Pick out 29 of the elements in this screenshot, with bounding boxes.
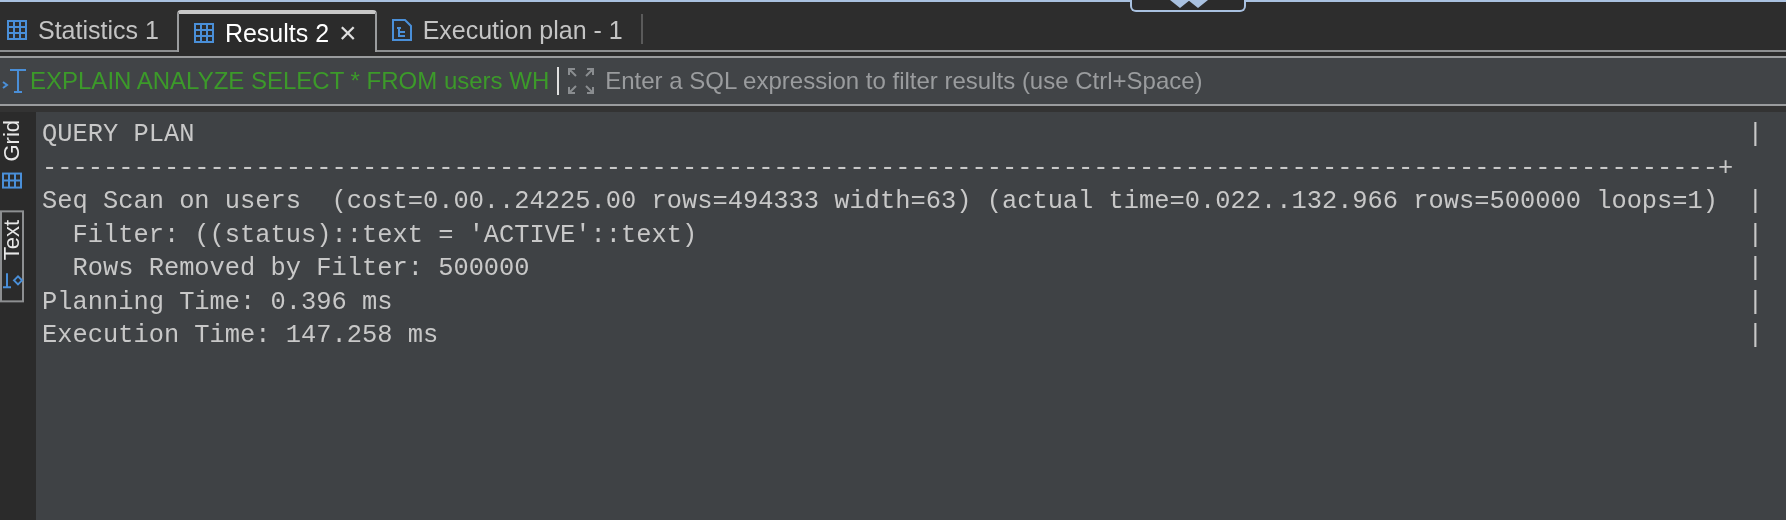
separator-line: --------------------------------------------------------------------------------------------------------------+	[42, 152, 1734, 185]
result-tab[interactable]: Statistics 1	[0, 10, 177, 50]
filter-input[interactable]: Enter a SQL expression to filter results (use Ctrl+Space)	[605, 67, 1786, 95]
text-icon	[0, 270, 24, 289]
column-border: |	[1747, 119, 1763, 151]
output-line: Planning Time: 0.396 ms	[42, 286, 393, 319]
column-border: |	[1747, 286, 1763, 319]
output-line: Filter: ((status)::text = 'ACTIVE'::text)	[71, 219, 698, 252]
column-border: |	[1747, 253, 1763, 285]
grid-icon	[1, 171, 23, 190]
grid-icon	[192, 22, 215, 44]
result-tab[interactable]: Execution plan - 1	[376, 10, 641, 50]
output-line: Rows Removed by Filter: 500000	[71, 253, 530, 285]
column-border: |	[1747, 186, 1763, 218]
grid-icon	[6, 19, 28, 41]
panel-toggle-handle[interactable]	[1130, 0, 1246, 12]
output-line: Execution Time: 147.258 ms	[42, 320, 439, 352]
view-tab[interactable]: Grid	[0, 112, 24, 200]
query-text: EXPLAIN ANALYZE SELECT * FROM users WH	[30, 67, 550, 95]
view-tab[interactable]: Text	[0, 209, 24, 302]
expand-icon[interactable]	[567, 67, 596, 95]
output-line: Seq Scan on users (cost=0.00..24225.00 rows=494333 width=63) (actual time=0.022..132.966 rows=500000 loops=1)	[42, 186, 1719, 218]
text-cursor-icon	[2, 66, 28, 96]
result-tab[interactable]: Results 2 ×	[176, 10, 377, 52]
column-border: |	[1747, 320, 1763, 352]
plan-icon	[390, 18, 413, 42]
column-border: |	[1747, 219, 1763, 252]
close-icon[interactable]: ×	[339, 18, 357, 48]
output-line: QUERY PLAN	[42, 119, 195, 151]
